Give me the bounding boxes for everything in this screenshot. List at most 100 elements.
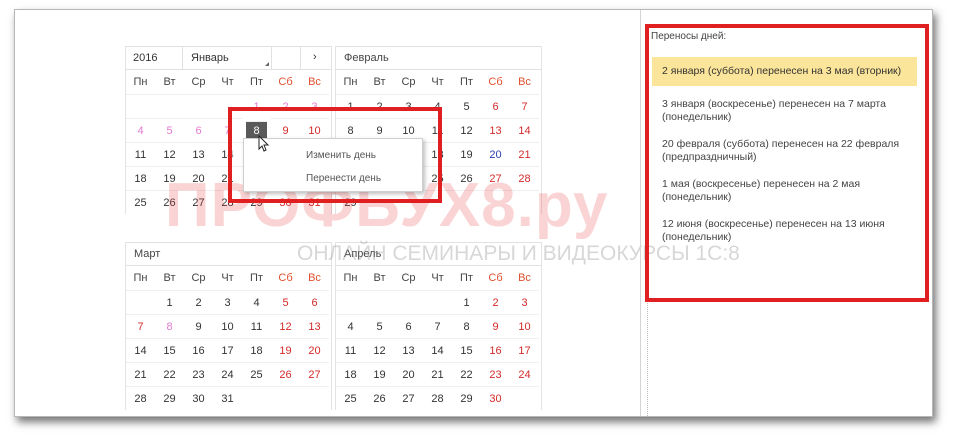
weekday-header: Чт bbox=[221, 76, 234, 88]
calendar-day[interactable]: 8 bbox=[452, 314, 481, 338]
calendar-day[interactable]: 11 bbox=[336, 338, 365, 362]
february-header: Февраль bbox=[336, 46, 541, 70]
calendar-day[interactable]: 14 bbox=[510, 118, 539, 142]
calendar-day[interactable]: 12 bbox=[365, 338, 394, 362]
calendar-day[interactable]: 20 bbox=[300, 338, 329, 362]
weekday-header: Вт bbox=[163, 272, 176, 284]
weekday-header: Ср bbox=[401, 76, 416, 88]
calendar-empty-cell bbox=[510, 386, 539, 410]
calendar-day[interactable]: 27 bbox=[394, 386, 423, 410]
calendar-day[interactable]: 21 bbox=[126, 362, 155, 386]
calendar-day[interactable]: 3 bbox=[510, 290, 539, 314]
calendar-day[interactable]: 30 bbox=[184, 386, 213, 410]
dropdown-triangle-icon bbox=[265, 62, 269, 66]
calendar-day[interactable]: 12 bbox=[452, 118, 481, 142]
calendar-day[interactable]: 19 bbox=[452, 142, 481, 166]
calendar-empty-cell bbox=[394, 290, 423, 314]
weekday-header: Чт bbox=[431, 272, 444, 284]
calendar-day[interactable]: 16 bbox=[481, 338, 510, 362]
weekday-header: Чт bbox=[431, 76, 444, 88]
calendar-empty-cell bbox=[126, 290, 155, 314]
calendar-day[interactable]: 13 bbox=[481, 118, 510, 142]
calendar-day[interactable]: 8 bbox=[155, 314, 184, 338]
calendar-day[interactable]: 18 bbox=[336, 362, 365, 386]
calendar-day[interactable]: 16 bbox=[184, 338, 213, 362]
calendar-day[interactable]: 9 bbox=[184, 314, 213, 338]
month-selector[interactable]: Январь bbox=[183, 47, 272, 69]
calendar-day[interactable]: 25 bbox=[242, 362, 271, 386]
weekday-header: Вс bbox=[308, 76, 321, 88]
calendar-day[interactable]: 24 bbox=[510, 362, 539, 386]
calendar-day[interactable]: 29 bbox=[452, 386, 481, 410]
calendar-day[interactable]: 23 bbox=[481, 362, 510, 386]
calendar-day[interactable]: 1 bbox=[452, 290, 481, 314]
calendar-day[interactable]: 6 bbox=[184, 118, 213, 142]
calendar-day[interactable]: 29 bbox=[155, 386, 184, 410]
calendar-day[interactable]: 11 bbox=[242, 314, 271, 338]
calendar-day[interactable]: 1 bbox=[155, 290, 184, 314]
calendar-day[interactable]: 10 bbox=[213, 314, 242, 338]
calendar-day[interactable]: 4 bbox=[242, 290, 271, 314]
calendar-day[interactable]: 6 bbox=[300, 290, 329, 314]
calendar-day[interactable]: 9 bbox=[481, 314, 510, 338]
calendar-day[interactable]: 30 bbox=[481, 386, 510, 410]
calendar-day[interactable]: 19 bbox=[365, 362, 394, 386]
calendar-day[interactable]: 13 bbox=[184, 142, 213, 166]
calendar-day[interactable]: 6 bbox=[394, 314, 423, 338]
calendar-day[interactable]: 11 bbox=[126, 142, 155, 166]
annotation-highlight-box bbox=[228, 107, 442, 203]
calendar-day[interactable]: 21 bbox=[510, 142, 539, 166]
calendar-day[interactable]: 5 bbox=[452, 94, 481, 118]
weekday-header: Пн bbox=[343, 76, 358, 88]
calendar-day[interactable]: 6 bbox=[481, 94, 510, 118]
calendar-day[interactable]: 26 bbox=[365, 386, 394, 410]
next-month-button[interactable]: › bbox=[301, 47, 331, 69]
calendar-day[interactable]: 3 bbox=[213, 290, 242, 314]
calendar-day[interactable]: 27 bbox=[300, 362, 329, 386]
calendar-day[interactable]: 12 bbox=[155, 142, 184, 166]
calendar-day[interactable]: 15 bbox=[452, 338, 481, 362]
calendar-day[interactable]: 21 bbox=[423, 362, 452, 386]
calendar-day[interactable]: 25 bbox=[336, 386, 365, 410]
panel-divider bbox=[640, 10, 641, 416]
calendar-day[interactable]: 18 bbox=[242, 338, 271, 362]
calendar-day[interactable]: 4 bbox=[336, 314, 365, 338]
calendar-day[interactable]: 31 bbox=[213, 386, 242, 410]
calendar-day[interactable]: 15 bbox=[155, 338, 184, 362]
calendar-day[interactable]: 12 bbox=[271, 314, 300, 338]
calendar-day[interactable]: 28 bbox=[423, 386, 452, 410]
calendar-day[interactable]: 20 bbox=[394, 362, 423, 386]
calendar-day[interactable]: 7 bbox=[510, 94, 539, 118]
calendar-day[interactable]: 2 bbox=[184, 290, 213, 314]
calendar-day[interactable]: 13 bbox=[394, 338, 423, 362]
calendar-day[interactable]: 17 bbox=[510, 338, 539, 362]
calendar-day[interactable]: 23 bbox=[184, 362, 213, 386]
calendar-day[interactable]: 5 bbox=[155, 118, 184, 142]
calendar-day[interactable]: 7 bbox=[423, 314, 452, 338]
calendar-day[interactable]: 13 bbox=[300, 314, 329, 338]
calendar-day[interactable]: 5 bbox=[271, 290, 300, 314]
calendar-day[interactable]: 14 bbox=[423, 338, 452, 362]
calendar-empty-cell bbox=[423, 290, 452, 314]
calendar-day[interactable]: 4 bbox=[126, 118, 155, 142]
month-april: Апрель Пн Вт Ср Чт Пт Сб Вс 1 2 3 4 5 6 7 8 9 10 11 12 13 14… bbox=[335, 242, 542, 410]
calendar-empty-cell bbox=[336, 290, 365, 314]
calendar-day[interactable]: 22 bbox=[452, 362, 481, 386]
calendar-day[interactable]: 28 bbox=[126, 386, 155, 410]
weekday-header: Пн bbox=[133, 76, 148, 88]
calendar-day[interactable]: 26 bbox=[271, 362, 300, 386]
calendar-day[interactable]: 17 bbox=[213, 338, 242, 362]
calendar-day[interactable]: 20 bbox=[481, 142, 510, 166]
calendar-day[interactable]: 5 bbox=[365, 314, 394, 338]
calendar-day[interactable]: 2 bbox=[481, 290, 510, 314]
calendar-day[interactable]: 24 bbox=[213, 362, 242, 386]
weekday-header: Вт bbox=[373, 272, 386, 284]
calendar-day[interactable]: 10 bbox=[510, 314, 539, 338]
calendar-day[interactable]: 14 bbox=[126, 338, 155, 362]
calendar-day[interactable]: 25 bbox=[126, 190, 155, 214]
year-field[interactable]: 2016 bbox=[126, 47, 183, 69]
calendar-day[interactable]: 18 bbox=[126, 166, 155, 190]
calendar-day[interactable]: 22 bbox=[155, 362, 184, 386]
calendar-day[interactable]: 7 bbox=[126, 314, 155, 338]
calendar-day[interactable]: 19 bbox=[271, 338, 300, 362]
